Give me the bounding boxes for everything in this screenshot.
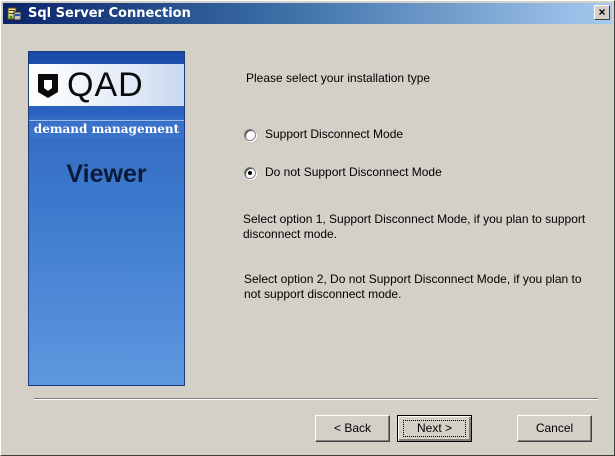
- window-title: Sql Server Connection: [28, 6, 191, 21]
- radio-support-disconnect[interactable]: [244, 129, 256, 141]
- product-name: Viewer: [66, 160, 147, 188]
- radio-no-support-disconnect[interactable]: [244, 167, 256, 179]
- close-button[interactable]: ×: [594, 5, 610, 20]
- install-type-prompt: Please select your installation type: [246, 71, 431, 85]
- back-button[interactable]: < Back: [315, 415, 390, 442]
- button-separator: [34, 398, 598, 400]
- title-bar[interactable]: Sql Server Connection ×: [3, 3, 612, 24]
- logo-panel: QAD: [29, 64, 184, 106]
- close-icon: ×: [598, 5, 606, 19]
- side-banner: QAD demand management Viewer: [28, 51, 185, 386]
- next-button-label: Next >: [416, 421, 452, 435]
- next-button[interactable]: Next >: [397, 415, 472, 442]
- cancel-button[interactable]: Cancel: [517, 415, 592, 442]
- cancel-button-label: Cancel: [535, 421, 574, 435]
- qad-logo-mark-icon: [38, 74, 58, 98]
- option1-description: Select option 1, Support Disconnect Mode…: [243, 212, 586, 241]
- option2-description: Select option 2, Do not Support Disconne…: [244, 272, 582, 301]
- radio-support-disconnect-label[interactable]: Support Disconnect Mode: [265, 127, 403, 141]
- radio-selected-dot: [248, 171, 252, 175]
- banner-separator: [29, 120, 184, 121]
- qad-logo-text: QAD: [67, 66, 144, 104]
- banner-subtitle: demand management: [29, 122, 184, 138]
- sql-server-connection-dialog: Sql Server Connection × QAD demand manag…: [0, 0, 615, 456]
- radio-no-support-disconnect-label[interactable]: Do not Support Disconnect Mode: [265, 165, 442, 179]
- back-button-label: < Back: [333, 421, 372, 435]
- database-setup-icon: [7, 7, 22, 21]
